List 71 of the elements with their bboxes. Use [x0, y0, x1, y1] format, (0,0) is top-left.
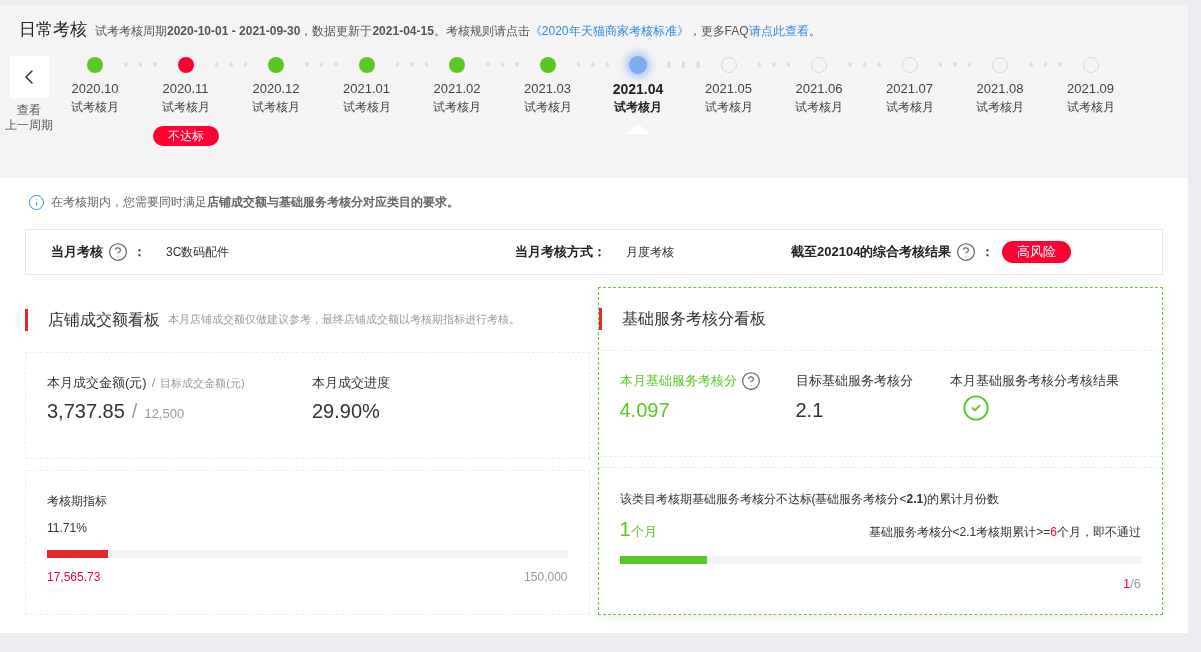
summary-value: 3C数码配件 [166, 244, 230, 261]
page-title: 日常考核 [19, 19, 87, 41]
summary-label: 截至202104的综合考核结果 [791, 243, 952, 262]
target-value: 12,500 [144, 404, 185, 423]
failing-count: 1 [619, 517, 631, 542]
risk-badge: 高风险 [1002, 241, 1072, 263]
progress-value: 29.90% [312, 398, 381, 424]
summary-label: 当月考核 [51, 243, 103, 262]
board-title: 基础服务考核分看板 [621, 309, 766, 329]
metric-label: 目标基础服务考核分 [795, 372, 913, 390]
help-icon[interactable] [740, 371, 761, 391]
info-icon [28, 193, 45, 211]
metric-value: 4.097 [619, 398, 671, 423]
metric-value: 2.1 [795, 397, 825, 423]
month-date[interactable]: 2021.09 [1067, 79, 1114, 98]
month-date[interactable]: 2021.04 [612, 79, 664, 98]
previous-period-button[interactable] [9, 55, 49, 98]
month-label: 试考核月 [433, 98, 481, 116]
month-date[interactable]: 2021.03 [524, 79, 571, 98]
link[interactable]: 请点此查看 [748, 24, 809, 38]
month-label: 试考核月 [523, 98, 572, 116]
month-date[interactable]: 2020.10 [71, 79, 119, 98]
month-label: 试考核月 [161, 98, 210, 116]
month-date[interactable]: 2021.05 [705, 79, 752, 98]
month-label: 试考核月 [252, 98, 300, 116]
count-unit: 个月 [630, 524, 657, 541]
month-date[interactable]: 2020.11 [162, 79, 209, 98]
total-amount: 150,000 [524, 569, 568, 586]
month-label: 试考核月 [71, 98, 119, 116]
colon: ： [981, 243, 995, 262]
help-icon[interactable] [956, 242, 977, 262]
month-date[interactable]: 2020.12 [252, 79, 300, 98]
month-label: 试考核月 [704, 98, 753, 116]
board-subtitle: 本月店铺成交额仅做建议参考，最终店铺成交额以考核期指标进行考核。 [168, 312, 520, 328]
separator: / [131, 398, 138, 424]
accent-bar [25, 308, 28, 331]
accent-bar [598, 308, 602, 330]
status-badge: 不达标 [152, 125, 219, 146]
previous-period-label[interactable]: 查看 上一周期 [5, 102, 53, 133]
link[interactable]: 《2020年天猫商家考核标准》 [529, 24, 689, 38]
header-note: 试考考核周期2020-10-01 - 2021-09-30，数据更新于2021-04-15。考核规则请点击《2020年天猫商家考核标准》，更多FAQ请点此查看。 [95, 23, 821, 40]
rule-text: 基础服务考核分<2.1考核期累计>=6个月，即不通过 [868, 524, 1141, 541]
colon: ： [133, 243, 146, 262]
month-date[interactable]: 2021.01 [343, 79, 390, 98]
period-title: 考核期指标 [47, 493, 108, 510]
metric-label: 本月基础服务考核分考核结果 [949, 372, 1119, 390]
progress-label: 本月成交进度 [312, 374, 390, 392]
summary-value: 月度考核 [626, 244, 674, 261]
failing-description: 该类目考核期基础服务考核分不达标(基础服务考核分<2.1)的累计月份数 [619, 491, 1001, 508]
separator: / [151, 374, 156, 392]
month-label: 试考核月 [1066, 98, 1115, 116]
month-date[interactable]: 2021.07 [886, 79, 933, 98]
fraction-text: 1/6 [1122, 575, 1141, 593]
board-title: 店铺成交额看板 [48, 309, 160, 330]
summary-label: 当月考核方式： [515, 243, 606, 262]
amount-label: 本月成交金额(元) [47, 374, 147, 392]
amount-value: 3,737.85 [47, 398, 125, 424]
month-label: 试考核月 [795, 98, 843, 116]
period-percent: 11.71% [47, 520, 88, 537]
current-amount: 17,565.73 [47, 569, 101, 586]
month-label: 试考核月 [885, 98, 934, 116]
help-icon[interactable] [108, 242, 128, 262]
month-label: 试考核月 [976, 98, 1024, 116]
month-date[interactable]: 2021.02 [433, 79, 481, 98]
month-label: 试考核月 [614, 98, 662, 116]
metric-label: 本月基础服务考核分 [619, 372, 737, 391]
month-label: 试考核月 [342, 98, 391, 116]
target-label: 目标成交金额(元) [160, 375, 245, 391]
month-date[interactable]: 2021.08 [976, 79, 1024, 98]
month-date[interactable]: 2021.06 [795, 79, 843, 98]
notice-text: 在考核期内，您需要同时满足店铺成交额与基础服务考核分对应类目的要求。 [51, 194, 459, 211]
